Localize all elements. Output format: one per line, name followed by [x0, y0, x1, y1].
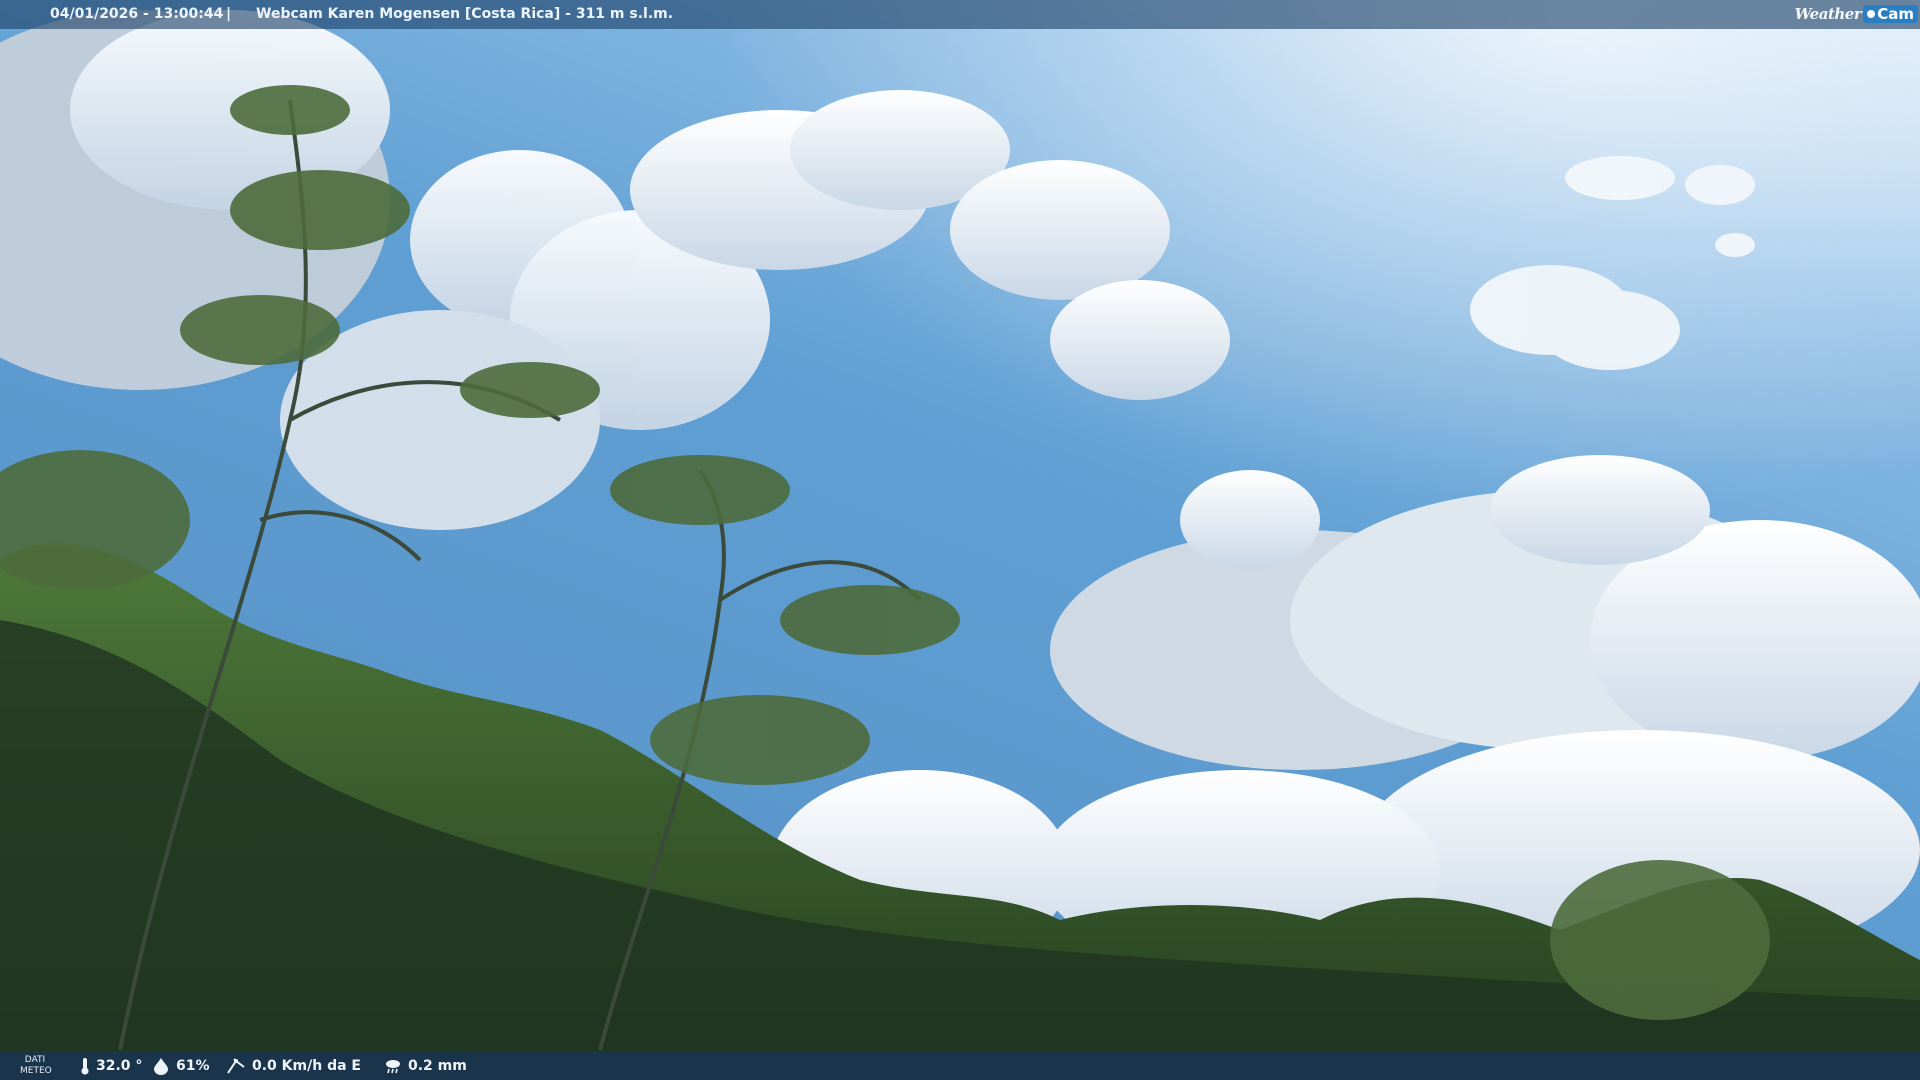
brand-cam-text: Cam — [1877, 5, 1914, 23]
humidity-drop-icon — [154, 1058, 168, 1075]
top-info-bar: 04/01/2026 - 13:00:44 | Webcam Karen Mog… — [0, 0, 1920, 29]
brand-weather-text: Weather — [1794, 5, 1862, 23]
wind-icon — [227, 1058, 245, 1074]
wind-value: 0.0 Km/h da E — [252, 1058, 361, 1074]
humidity-reading: 61% — [152, 1057, 210, 1075]
wind-reading: 0.0 Km/h da E — [226, 1057, 361, 1075]
brand-cam-badge: Cam — [1863, 5, 1918, 23]
bottom-meteo-bar: DATI METEO 32.0 ° 61% 0.0 Km/h da E 0.2 … — [0, 1051, 1920, 1080]
title-separator: | — [226, 6, 232, 22]
webcam-scene-graphic — [0, 0, 1920, 1080]
meteo-label-line1: DATI — [24, 1055, 46, 1065]
temperature-reading: 32.0 ° — [80, 1057, 142, 1075]
humidity-value: 61% — [176, 1058, 210, 1074]
rain-value: 0.2 mm — [408, 1058, 467, 1074]
rain-reading: 0.2 mm — [384, 1057, 467, 1075]
rain-cloud-icon — [386, 1060, 400, 1074]
meteo-label-line2: METEO — [20, 1066, 52, 1076]
webcam-image — [0, 0, 1920, 1080]
thermometer-icon — [81, 1058, 89, 1075]
temperature-value: 32.0 ° — [96, 1058, 143, 1074]
meteo-data-label: DATI METEO — [20, 1055, 52, 1077]
camera-title: Webcam Karen Mogensen [Costa Rica] - 311… — [256, 6, 674, 22]
timestamp: 04/01/2026 - 13:00:44 — [50, 6, 224, 22]
brand-camera-icon — [1867, 10, 1876, 18]
weathercam-logo: Weather Cam — [1795, 2, 1918, 26]
